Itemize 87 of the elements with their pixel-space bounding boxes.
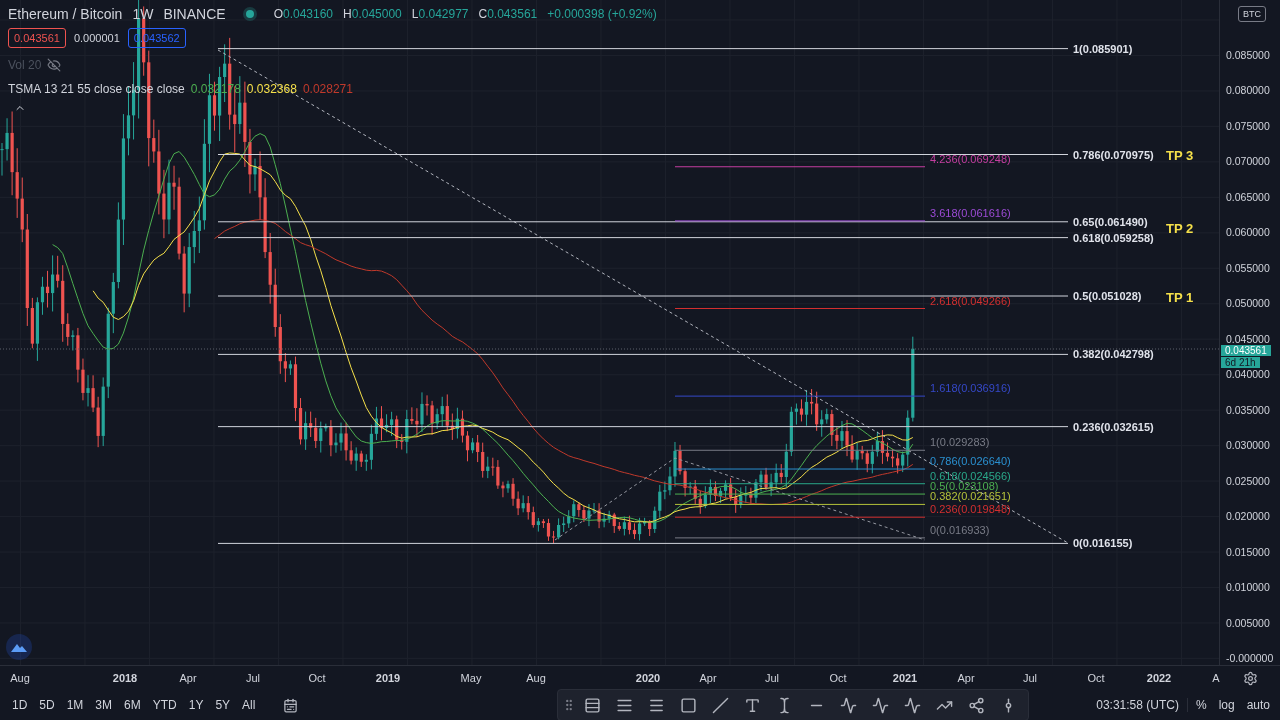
target-label: TP 2: [1166, 221, 1194, 236]
price-tick: -0.000000: [1226, 653, 1274, 663]
fib-level-label: 0(0.016155): [1073, 536, 1133, 551]
fib-extension-label: 1.618(0.036916): [930, 381, 1011, 396]
price-tick: 0.055000: [1226, 262, 1270, 273]
time-tick: 2021: [892, 672, 918, 684]
fib-extension-label: 2.618(0.049266): [930, 293, 1011, 308]
price-tick: 0.080000: [1226, 85, 1270, 96]
time-tick: Oct: [308, 672, 326, 684]
time-tick: Oct: [1087, 672, 1105, 684]
fib-extension-label: 0.618(0.024566): [930, 468, 1011, 482]
price-change: +0.000398 (+0.92%): [547, 7, 657, 21]
target-label: TP 1: [1166, 290, 1194, 305]
fib-level-label: 0.382(0.042798): [1073, 347, 1154, 362]
fib-level-label: 0.786(0.070975): [1073, 147, 1154, 162]
fib-level-label: 0.5(0.051028): [1073, 289, 1142, 303]
time-tick: Oct: [829, 672, 847, 684]
sell-button[interactable]: 0.043561: [8, 28, 66, 48]
fib-extension-label: 4.236(0.069248): [930, 151, 1011, 166]
time-tick: May: [460, 672, 482, 684]
fib-extension-label: 0.5(0.023108): [930, 480, 999, 493]
time-tick: Aug: [526, 672, 546, 684]
exchange-label: BINANCE: [163, 6, 226, 22]
fib-extension-label: 1(0.029283): [930, 435, 990, 450]
range-button[interactable]: 5D: [35, 696, 59, 714]
ohlc-value: O0.043160: [273, 7, 334, 21]
time-tick: Apr: [699, 672, 717, 684]
time-tick: Apr: [179, 672, 197, 684]
price-tick: 0.065000: [1226, 191, 1270, 202]
fib-level-label: 0.65(0.061490): [1073, 214, 1148, 229]
time-tick: Jul: [764, 672, 780, 684]
currency-badge: BTC: [1238, 6, 1266, 22]
symbol-title[interactable]: Ethereum / Bitcoin: [8, 6, 123, 22]
scale-button[interactable]: log: [1214, 696, 1239, 714]
time-tick: Jul: [245, 672, 261, 684]
time-tick: Aug: [10, 672, 30, 684]
last-price-tag: 0.043561: [1221, 345, 1271, 356]
price-tick: 0.040000: [1226, 369, 1270, 380]
indicator-value: 0.028271: [302, 82, 353, 96]
price-tick: 0.010000: [1226, 582, 1270, 593]
ohlc-value: L0.042977: [411, 7, 469, 21]
target-label: TP 3: [1166, 148, 1194, 163]
price-tick: 0.025000: [1226, 475, 1270, 486]
time-tick: 2019: [375, 672, 401, 684]
price-tick: 0.050000: [1226, 298, 1270, 309]
scale-button[interactable]: %: [1191, 696, 1211, 714]
range-button[interactable]: 1D: [8, 696, 32, 714]
fib-extension-label: 0.786(0.026640): [930, 454, 1011, 468]
price-tick: 0.085000: [1226, 50, 1270, 60]
range-button[interactable]: 3M: [91, 696, 117, 714]
range-button[interactable]: 6M: [120, 696, 145, 714]
price-tick: 0.060000: [1226, 227, 1270, 238]
price-tick: 0.005000: [1226, 617, 1270, 628]
time-tick: 2020: [635, 672, 661, 684]
fib-level-label: 0.618(0.059258): [1073, 230, 1154, 245]
ohlc-value: C0.043561: [478, 7, 538, 21]
countdown-tag: 6d 21h: [1221, 357, 1260, 368]
ohlc-value: H0.045000: [343, 7, 402, 21]
time-tick: A: [1212, 672, 1220, 684]
time-tick: 2022: [1146, 672, 1172, 684]
time-tick: Apr: [957, 672, 975, 684]
fib-extension-label: 0.236(0.019848): [930, 502, 1011, 517]
price-tick: 0.035000: [1226, 404, 1270, 415]
time-tick: Jul: [1022, 672, 1038, 684]
scale-button[interactable]: auto: [1242, 696, 1274, 714]
range-button[interactable]: YTD: [148, 696, 181, 714]
price-tick: 0.045000: [1226, 333, 1270, 344]
range-button[interactable]: 1M: [62, 696, 88, 714]
time-tick: 2018: [112, 672, 138, 684]
price-tick: 0.020000: [1226, 511, 1270, 522]
range-button[interactable]: 5Y: [211, 696, 235, 714]
indicator-value: 0.032368: [246, 82, 297, 96]
range-button[interactable]: All: [238, 696, 260, 714]
eye-off-icon[interactable]: [47, 58, 62, 72]
fib-level-label: 0.236(0.032615): [1073, 419, 1154, 434]
price-tick: 0.030000: [1226, 440, 1270, 451]
spread-value: 0.000001: [73, 32, 120, 44]
price-tick: 0.015000: [1226, 546, 1270, 557]
fib-extension-label: 3.618(0.061616): [930, 205, 1011, 220]
price-tick: 0.070000: [1226, 156, 1270, 167]
price-tick: 0.075000: [1226, 120, 1270, 131]
settings-icon[interactable]: [1242, 670, 1258, 686]
clock-label: 03:31:58 (UTC): [1096, 698, 1188, 712]
fib-extension-label: 0(0.016933): [930, 522, 990, 537]
logo-icon[interactable]: [6, 634, 32, 660]
fib-level-label: 1(0.085901): [1073, 41, 1133, 56]
range-button[interactable]: 1Y: [184, 696, 208, 714]
